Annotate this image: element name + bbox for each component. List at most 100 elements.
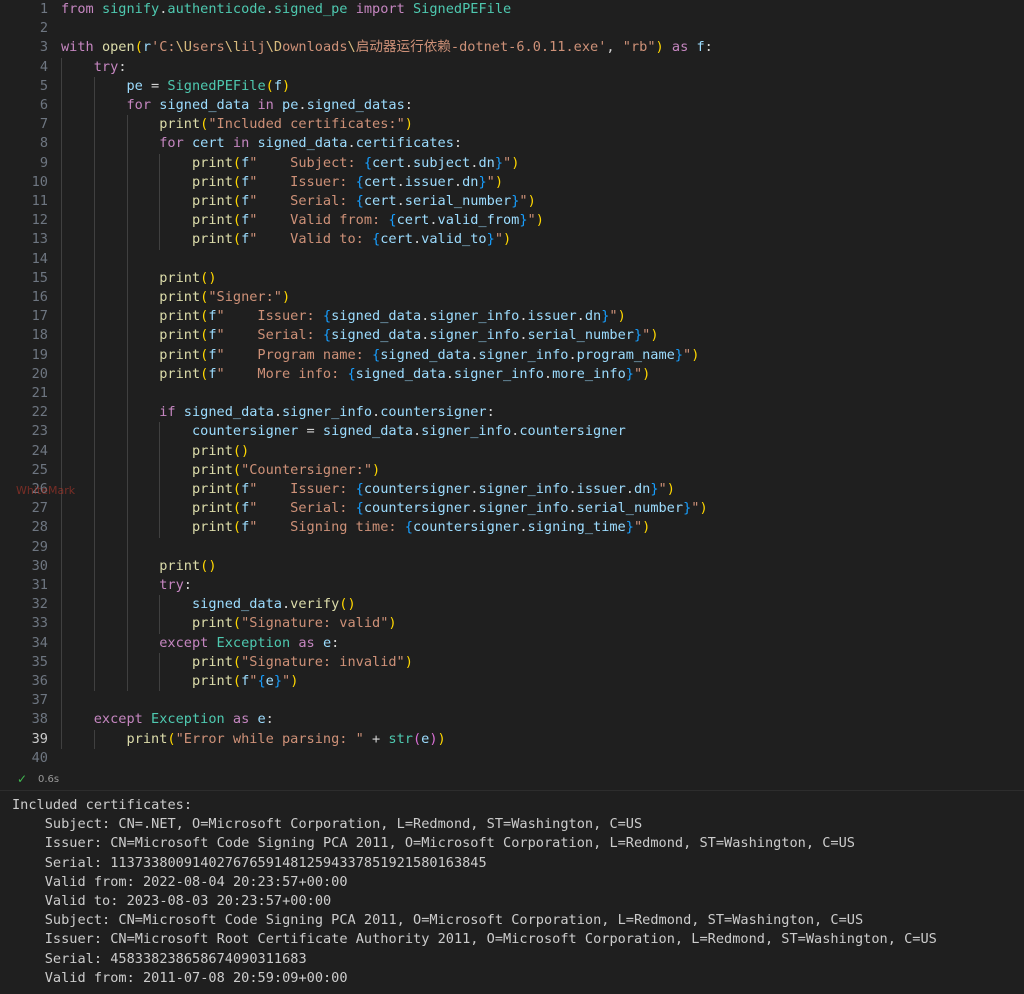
code-token: ( bbox=[412, 730, 422, 747]
code-token: . bbox=[576, 308, 585, 325]
code-line[interactable]: 39 print("Error while parsing: " + str(e… bbox=[0, 730, 1024, 749]
code-line[interactable]: 5 pe = SignedPEFile(f) bbox=[0, 77, 1024, 96]
code-token: } bbox=[273, 673, 282, 689]
code-token: " bbox=[494, 231, 503, 248]
code-line[interactable]: 28 print(f" Signing time: {countersigner… bbox=[0, 518, 1024, 537]
code-token: authenticode bbox=[167, 1, 266, 17]
code-line[interactable]: 12 print(f" Valid from: {cert.valid_from… bbox=[0, 211, 1024, 230]
code-token: cert bbox=[363, 173, 397, 190]
code-token: "Signature: invalid" bbox=[241, 653, 405, 670]
code-text: print(f" Serial: {signed_data.signer_inf… bbox=[61, 326, 658, 345]
line-number: 36 bbox=[31, 673, 48, 689]
code-line[interactable]: 35 print("Signature: invalid") bbox=[0, 653, 1024, 672]
code-token: = bbox=[142, 77, 168, 94]
code-token: try bbox=[159, 577, 184, 593]
code-line[interactable]: 26 print(f" Issuer: {countersigner.signe… bbox=[0, 480, 1024, 499]
code-line[interactable]: 29 bbox=[0, 538, 1024, 557]
code-token: ) bbox=[535, 212, 544, 229]
code-token: { bbox=[257, 673, 266, 689]
code-token: signed_data bbox=[257, 135, 348, 152]
code-token: "Signer:" bbox=[208, 289, 282, 305]
code-token: } bbox=[625, 365, 634, 382]
code-token: : bbox=[183, 577, 192, 593]
code-line[interactable]: 20 print(f" More info: {signed_data.sign… bbox=[0, 365, 1024, 384]
code-text: print() bbox=[61, 557, 217, 576]
code-line[interactable]: 15 print() bbox=[0, 269, 1024, 288]
code-token: ( bbox=[232, 154, 242, 171]
code-line[interactable]: 36 print(f"{e}") bbox=[0, 672, 1024, 691]
code-token: " Issuer: bbox=[216, 308, 323, 325]
output-line: Serial: 11373380091402767659148125943378… bbox=[12, 854, 487, 871]
code-text: print(f" Program name: {signed_data.sign… bbox=[61, 346, 699, 365]
code-line[interactable]: 14 bbox=[0, 250, 1024, 269]
code-line[interactable]: 18 print(f" Serial: {signed_data.signer_… bbox=[0, 326, 1024, 345]
code-line[interactable]: 11 print(f" Serial: {cert.serial_number}… bbox=[0, 192, 1024, 211]
code-token: valid_to bbox=[421, 231, 487, 248]
code-text: print(f" Valid from: {cert.valid_from}") bbox=[61, 211, 544, 230]
code-line[interactable]: 23 countersigner = signed_data.signer_in… bbox=[0, 422, 1024, 441]
code-line[interactable]: 24 print() bbox=[0, 442, 1024, 461]
code-line[interactable]: 22 if signed_data.signer_info.countersig… bbox=[0, 403, 1024, 422]
code-text: for cert in signed_data.certificates: bbox=[61, 134, 462, 153]
code-token: signed_data bbox=[355, 365, 446, 382]
code-token: program_name bbox=[576, 346, 675, 363]
code-line[interactable]: 19 print(f" Program name: {signed_data.s… bbox=[0, 346, 1024, 365]
code-line[interactable]: 40 bbox=[0, 749, 1024, 768]
code-text: print(f" Signing time: {countersigner.si… bbox=[61, 518, 650, 537]
indent-guide bbox=[93, 76, 95, 692]
code-token: as bbox=[671, 39, 689, 56]
line-number: 30 bbox=[31, 557, 48, 574]
code-line[interactable]: 2 bbox=[0, 19, 1024, 38]
code-line[interactable]: 37 bbox=[0, 691, 1024, 710]
code-editor[interactable]: 1 from signify.authenticode.signed_pe imp… bbox=[0, 0, 1024, 770]
code-text: print("Error while parsing: " + str(e)) bbox=[61, 730, 445, 749]
code-token: signer_info bbox=[478, 481, 569, 497]
code-line[interactable]: 32 signed_data.verify() bbox=[0, 595, 1024, 614]
code-token: SignedPEFile bbox=[167, 77, 266, 94]
code-line[interactable]: 16 print("Signer:") bbox=[0, 288, 1024, 307]
code-token: " bbox=[519, 193, 528, 209]
code-token: " Serial: bbox=[216, 327, 323, 344]
code-line[interactable]: 7 print("Included certificates:") bbox=[0, 115, 1024, 134]
code-token: . bbox=[404, 154, 413, 171]
line-number: 13 bbox=[31, 231, 48, 248]
code-line[interactable]: 6 for signed_data in pe.signed_datas: bbox=[0, 96, 1024, 115]
code-line[interactable]: 38 except Exception as e: bbox=[0, 710, 1024, 729]
code-token: : bbox=[486, 404, 495, 421]
code-line[interactable]: 33 print("Signature: valid") bbox=[0, 614, 1024, 633]
code-line[interactable]: 17 print(f" Issuer: {signed_data.signer_… bbox=[0, 307, 1024, 326]
code-token: dn bbox=[462, 173, 479, 190]
line-number: 34 bbox=[31, 634, 48, 651]
code-line[interactable]: 31 try: bbox=[0, 576, 1024, 595]
code-line[interactable]: 25 print("Countersigner:") bbox=[0, 461, 1024, 480]
cell-output[interactable]: Included certificates: Subject: CN=.NET,… bbox=[0, 796, 1024, 994]
code-token: dn bbox=[633, 481, 651, 497]
code-line[interactable]: 30 print() bbox=[0, 557, 1024, 576]
indent-guide bbox=[159, 652, 161, 692]
code-token: ( bbox=[232, 519, 242, 536]
code-line[interactable]: 27 print(f" Serial: {countersigner.signe… bbox=[0, 499, 1024, 518]
code-line[interactable]: 9 print(f" Subject: {cert.subject.dn}") bbox=[0, 154, 1024, 173]
code-token: ) bbox=[388, 615, 397, 632]
code-token: " Signing time: bbox=[249, 519, 405, 536]
indent-guide bbox=[93, 729, 95, 749]
line-number: 29 bbox=[31, 538, 48, 555]
code-line[interactable]: 3 with open(r'C:\Users\lilj\Downloads\启动器… bbox=[0, 38, 1024, 57]
code-line[interactable]: 8 for cert in signed_data.certificates: bbox=[0, 134, 1024, 153]
code-token: "rb" bbox=[622, 39, 656, 56]
code-token: from bbox=[61, 1, 94, 17]
code-token: valid_from bbox=[437, 212, 520, 229]
code-line[interactable]: 21 bbox=[0, 384, 1024, 403]
code-token: print bbox=[159, 346, 201, 363]
code-line[interactable]: 4 try: bbox=[0, 58, 1024, 77]
code-line[interactable]: 1 from signify.authenticode.signed_pe imp… bbox=[0, 0, 1024, 19]
code-line[interactable]: 34 except Exception as e: bbox=[0, 634, 1024, 653]
code-line[interactable]: 13 print(f" Valid to: {cert.valid_to}") bbox=[0, 230, 1024, 249]
line-number: 14 bbox=[31, 250, 48, 267]
code-line[interactable]: 10 print(f" Issuer: {cert.issuer.dn}") bbox=[0, 173, 1024, 192]
code-token: () bbox=[200, 557, 217, 574]
code-token: . bbox=[519, 308, 528, 325]
